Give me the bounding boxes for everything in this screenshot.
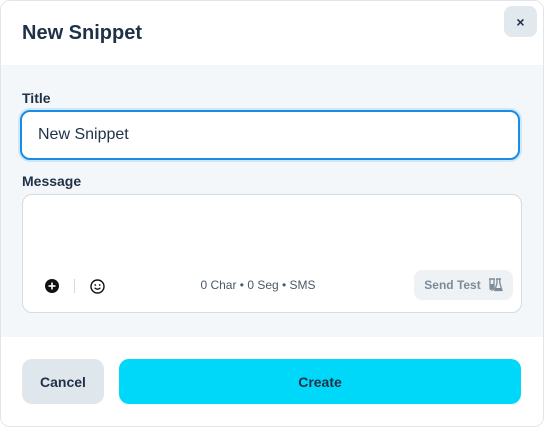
message-textarea[interactable] xyxy=(35,205,509,269)
send-test-label: Send Test xyxy=(424,278,481,292)
close-icon: × xyxy=(516,13,525,30)
smiley-icon xyxy=(89,278,105,294)
message-label: Message xyxy=(22,173,82,189)
character-counter: 0 Char • 0 Seg • SMS xyxy=(200,278,316,292)
create-button[interactable]: Create xyxy=(119,359,521,404)
cancel-button[interactable]: Cancel xyxy=(22,359,104,404)
message-box: 0 Char • 0 Seg • SMS Send Test xyxy=(22,194,522,313)
close-button[interactable]: × xyxy=(504,6,537,37)
send-test-button[interactable]: Send Test xyxy=(414,270,513,300)
add-attachment-button[interactable] xyxy=(43,277,61,295)
emoji-button[interactable] xyxy=(88,277,106,295)
title-label: Title xyxy=(22,90,51,106)
plus-circle-icon xyxy=(45,279,59,293)
toolbar-divider xyxy=(74,279,75,293)
title-input[interactable] xyxy=(20,110,520,160)
flask-icon xyxy=(488,278,503,292)
modal-title: New Snippet xyxy=(22,22,143,44)
